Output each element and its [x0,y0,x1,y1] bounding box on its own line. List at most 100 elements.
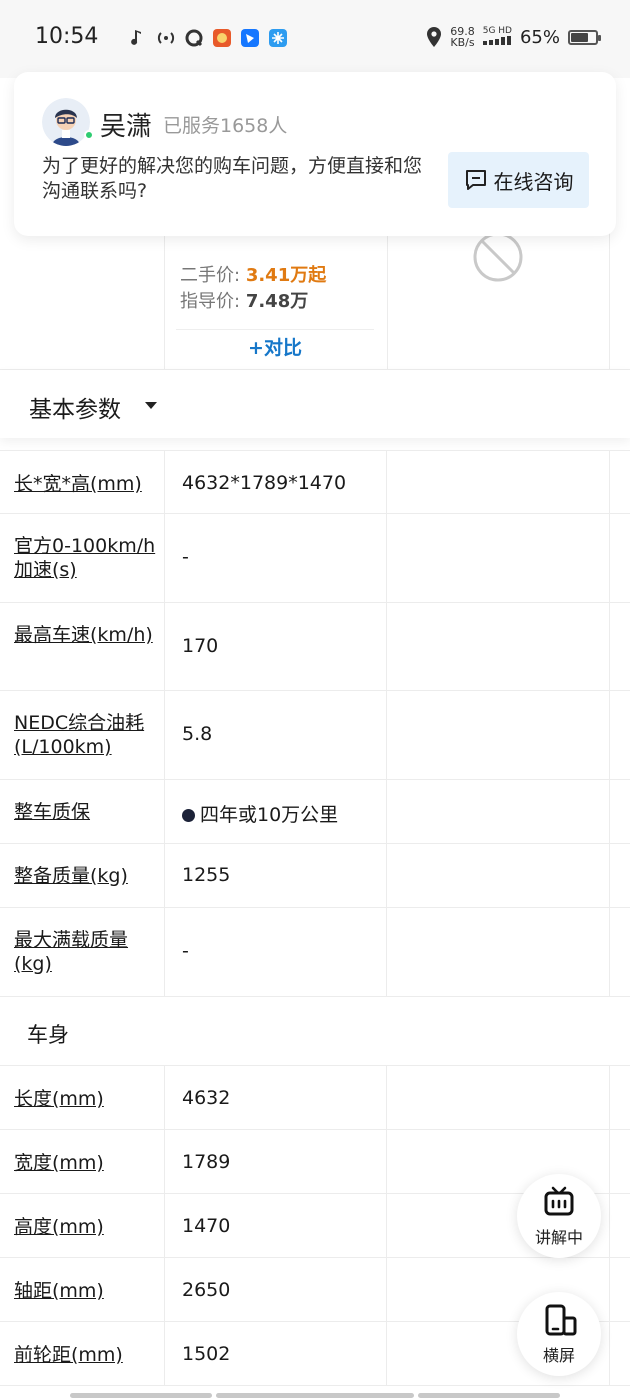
param-label[interactable]: 长*宽*高(mm) [14,472,156,496]
chevron-down-icon[interactable] [145,402,157,409]
column-divider [609,1258,610,1321]
column-divider [609,1322,610,1385]
online-consult-button[interactable]: 在线咨询 [448,152,589,208]
network-speed: 69.8 KB/s [450,26,475,48]
column-divider [387,228,388,370]
param-label[interactable]: 官方0-100km/h加速(s) [14,534,156,582]
add-compare-button[interactable]: +对比 [176,333,374,365]
table-row: 官方0-100km/h加速(s) - [0,514,630,603]
column-divider [164,603,165,690]
landscape-label: 横屏 [542,1346,575,1365]
group-header: 车身 [0,997,630,1066]
agent-avatar [42,98,90,146]
column-divider [386,1194,387,1257]
section-title: 基本参数 [29,397,121,423]
column-divider [164,1258,165,1321]
column-divider [386,844,387,907]
battery-percent: 65% [519,26,560,48]
hotspot-icon [157,32,175,44]
column-divider [386,451,387,513]
param-value: 1502 [182,1343,231,1365]
section-header[interactable]: 基本参数 [0,370,630,438]
param-label[interactable]: 整备质量(kg) [14,864,156,888]
table-row: 长度(mm) 4632 [0,1066,630,1130]
battery-fill [571,32,588,42]
column-divider [164,228,165,370]
column-divider [164,780,165,843]
column-divider [164,844,165,907]
scroll-indicator [418,1393,560,1398]
used-price: 3.41万起 [245,265,327,286]
column-divider [609,451,610,513]
standard-dot-icon [182,809,195,822]
column-divider [386,514,387,602]
group-title: 车身 [27,1023,69,1047]
battery-icon [568,29,601,45]
chat-icon [465,170,486,190]
table-row: 整车质保 四年或10万公里 [0,780,630,844]
table-row: 最高车速(km/h) 170 [0,603,630,691]
column-divider [609,844,610,907]
column-divider [164,1194,165,1257]
no-image-icon [473,232,523,282]
param-label[interactable]: 高度(mm) [14,1215,156,1239]
music-note-icon [131,30,141,45]
param-value: - [182,546,189,568]
explain-label: 讲解中 [534,1228,583,1247]
param-label[interactable]: 最高车速(km/h) [14,623,156,647]
column-divider [609,691,610,779]
tv-icon [544,1186,574,1216]
param-value: 4632 [182,1087,231,1109]
column-divider [609,1066,610,1129]
param-value: 170 [182,635,219,657]
table-row: NEDC综合油耗(L/100km) 5.8 [0,691,630,780]
column-divider [609,228,610,370]
column-divider [386,1066,387,1129]
column-divider [164,1066,165,1129]
table-row: 长*宽*高(mm) 4632*1789*1470 [0,450,630,514]
column-divider [386,908,387,996]
dingtalk-icon [241,29,259,47]
param-label[interactable]: 长度(mm) [14,1087,156,1111]
param-label[interactable]: 轴距(mm) [14,1279,156,1303]
location-icon [427,27,442,47]
param-label[interactable]: 前轮距(mm) [14,1343,156,1367]
column-divider [609,780,610,843]
column-divider [609,1130,610,1193]
landscape-button[interactable]: 横屏 [517,1292,601,1376]
signal-label: 5G HD [482,26,512,36]
agent-name: 吴潇 [100,112,153,142]
param-value: 4632*1789*1470 [182,472,347,494]
param-value: 1789 [182,1151,231,1173]
game-app-icon [213,29,231,47]
guide-price-label: 指导价: [180,291,241,312]
column-divider [164,908,165,996]
param-label[interactable]: 宽度(mm) [14,1151,156,1175]
column-divider [609,1194,610,1257]
rotate-screen-icon [545,1304,577,1336]
param-label[interactable]: 整车质保 [14,800,156,824]
price-block: 二手价: 3.41万起 指导价: 7.48万 [180,263,326,315]
column-divider [164,691,165,779]
column-divider [164,514,165,602]
column-divider [386,691,387,779]
param-value: 2650 [182,1279,231,1301]
param-value: - [182,940,189,962]
column-divider [164,1130,165,1193]
param-label[interactable]: 最大满载质量(kg) [14,928,156,976]
q-app-icon [185,29,203,47]
param-value-warranty: 四年或10万公里 [182,800,338,827]
notification-icons [128,28,288,48]
column-divider [386,1130,387,1193]
param-value: 四年或10万公里 [200,804,339,826]
param-value: 1255 [182,864,231,886]
online-consult-label: 在线咨询 [493,169,574,194]
column-divider [609,603,610,690]
used-price-label: 二手价: [180,265,241,286]
table-row: 最大满载质量(kg) - [0,908,630,997]
explain-button[interactable]: 讲解中 [517,1174,601,1258]
status-bar: 10:54 69.8 KB/s 5G HD 65% [0,0,630,78]
consult-card: 吴潇 已服务1658人 为了更好的解决您的购车问题，方便直接和您沟通联系吗? 在… [14,72,616,236]
guide-price: 7.48万 [245,291,309,312]
param-label[interactable]: NEDC综合油耗(L/100km) [14,711,156,759]
